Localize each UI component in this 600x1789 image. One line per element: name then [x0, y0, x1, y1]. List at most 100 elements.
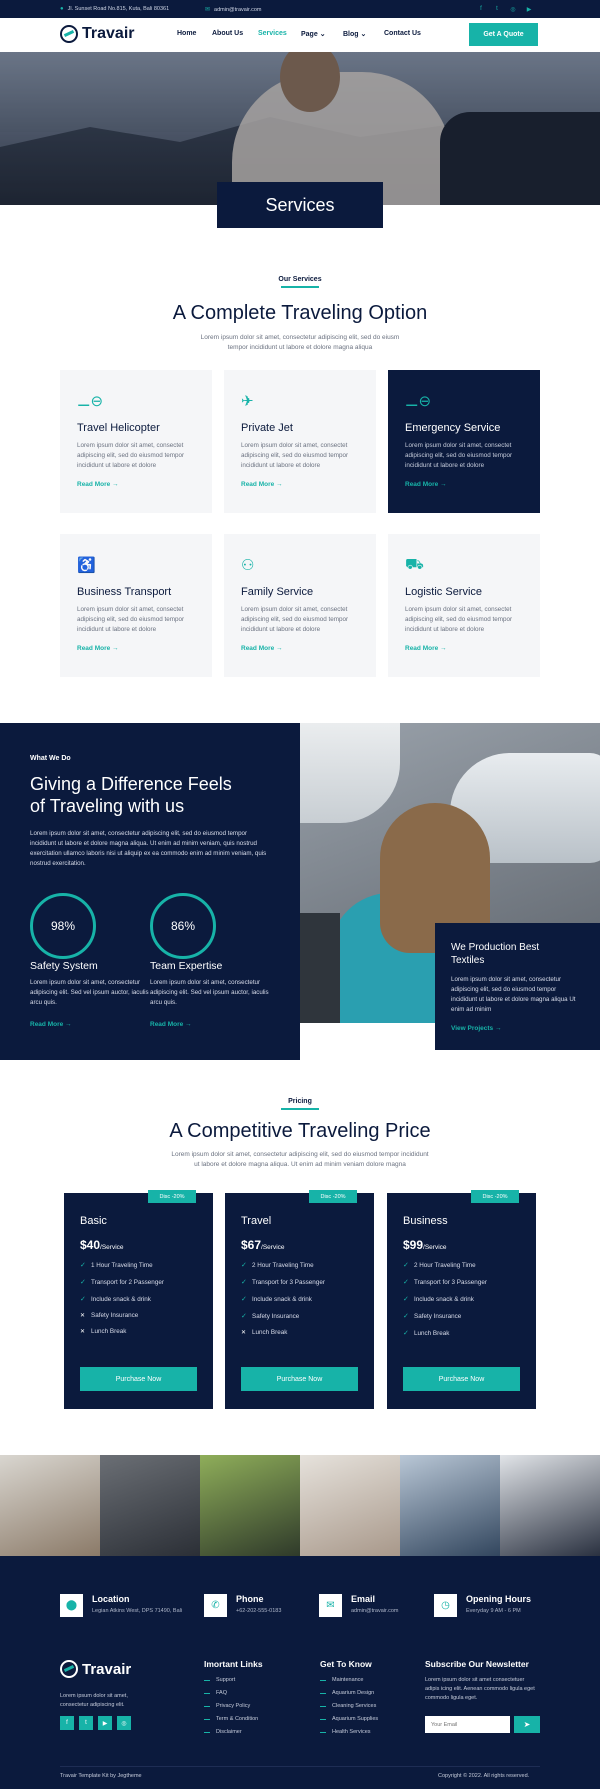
twitter-icon[interactable]: t [79, 1716, 93, 1730]
gallery-photo[interactable] [200, 1455, 300, 1556]
instagram-icon[interactable]: ◎ [117, 1716, 131, 1730]
top-bar: ● Jl. Sunset Road No.815, Kuta, Bali 803… [0, 0, 600, 18]
footer-link[interactable]: Aquarium Design [320, 1690, 374, 1696]
plan-price: $67/Service [241, 1238, 358, 1252]
facebook-icon[interactable]: f [476, 4, 486, 14]
check-icon: ✓ [241, 1313, 247, 1320]
service-card[interactable]: ♿ Business Transport Lorem ipsum dolor s… [60, 534, 212, 677]
purchase-now-button[interactable]: Purchase Now [403, 1367, 520, 1391]
gallery-photo[interactable] [0, 1455, 100, 1556]
dash-icon [204, 1679, 210, 1681]
footer-link-label: Maintenance [332, 1677, 364, 1683]
chevron-down-icon: ⌄ [319, 31, 326, 38]
services-lead-1: Lorem ipsum dolor sit amet, consectetur … [200, 334, 400, 341]
footer-link[interactable]: Health Services [320, 1729, 371, 1735]
footer-logo[interactable]: Travair [60, 1660, 131, 1678]
plan-feature-text: Safety Insurance [252, 1312, 300, 1320]
read-more-link[interactable]: Read More → [150, 1021, 192, 1028]
pricing-eyebrow: Pricing [288, 1098, 312, 1105]
footer-link[interactable]: Aquarium Supplies [320, 1716, 378, 1722]
purchase-now-button[interactable]: Purchase Now [241, 1367, 358, 1391]
email-info[interactable]: ✉ admin@travair.com [205, 6, 262, 14]
plan-feature: ✓ Include snack & drink [80, 1295, 197, 1304]
footer-link[interactable]: Disclaimer [204, 1729, 242, 1735]
plan-feature-text: Include snack & drink [414, 1295, 474, 1303]
contact-value[interactable]: admin@travair.com [351, 1608, 398, 1614]
important-links-title: Imortant Links [204, 1659, 263, 1669]
contact-hours: ◷ Opening Hours Everyday 9 AM - 6 PM [434, 1594, 531, 1617]
footer-about: Lorem ipsum dolor sit amet, consectetur … [60, 1693, 128, 1708]
plan-feature: ✕ Lunch Break [80, 1328, 197, 1335]
facebook-icon[interactable]: f [60, 1716, 74, 1730]
newsletter-title: Subscribe Our Newsletter [425, 1659, 529, 1669]
footer-link[interactable]: Term & Condition [204, 1716, 258, 1722]
contact-value[interactable]: +62-202-555-0183 [236, 1608, 281, 1614]
plan-feature-text: Safety Insurance [414, 1312, 462, 1320]
plan-feature-text: Include snack & drink [252, 1295, 312, 1303]
service-card[interactable]: ⚊⊖ Emergency Service Lorem ipsum dolor s… [388, 370, 540, 513]
plan-feature: ✓ Safety Insurance [403, 1312, 520, 1321]
read-more-link[interactable]: Read More → [241, 481, 359, 488]
footer-link[interactable]: Cleaning Services [320, 1703, 376, 1709]
service-card[interactable]: ✈ Private Jet Lorem ipsum dolor sit amet… [224, 370, 376, 513]
newsletter-email-input[interactable] [425, 1716, 510, 1733]
instagram-icon[interactable]: ◎ [508, 4, 518, 14]
nav-contact-us[interactable]: Contact Us [384, 30, 421, 37]
get-a-quote-button[interactable]: Get A Quote [469, 23, 538, 46]
stat-text: Lorem ipsum dolor sit amet, consectetur … [150, 979, 269, 1006]
nav-blog[interactable]: Blog ⌄ [343, 30, 366, 38]
view-projects-link[interactable]: View Projects → [451, 1025, 584, 1032]
dash-icon [320, 1731, 326, 1733]
gallery-photo[interactable] [300, 1455, 400, 1556]
footer-link[interactable]: Privacy Policy [204, 1703, 250, 1709]
read-more-link[interactable]: Read More → [405, 481, 523, 488]
nav-home[interactable]: Home [177, 30, 196, 37]
logo-mark-icon [60, 1660, 78, 1678]
plan-feature: ✓ 2 Hour Traveling Time [403, 1261, 520, 1270]
read-more-link[interactable]: Read More → [241, 645, 359, 652]
mail-icon: ✉ [205, 7, 211, 13]
nav-page[interactable]: Page ⌄ [301, 30, 326, 38]
cross-icon: ✕ [80, 1313, 86, 1319]
plan-feature: ✓ Include snack & drink [241, 1295, 358, 1304]
address-text: Jl. Sunset Road No.815, Kuta, Bali 80361 [67, 6, 170, 12]
wwd-eyebrow: What We Do [30, 755, 71, 762]
pricing-lead-1: Lorem ipsum dolor sit amet, consectetur … [171, 1151, 429, 1158]
check-icon: ✓ [403, 1296, 409, 1303]
stat-title: Safety System [30, 960, 98, 972]
read-more-link[interactable]: Read More → [30, 1021, 72, 1028]
footer-link-label: Cleaning Services [332, 1703, 377, 1709]
stat-text: Lorem ipsum dolor sit amet, consectetur … [30, 979, 149, 1006]
cross-icon: ✕ [241, 1330, 247, 1336]
youtube-icon[interactable]: ▶ [98, 1716, 112, 1730]
chevron-down-icon: ⌄ [360, 31, 367, 38]
gallery-photo[interactable] [500, 1455, 600, 1556]
gallery-photo[interactable] [400, 1455, 500, 1556]
brand-name: Travair [82, 25, 135, 42]
contact-title: Email [351, 1594, 376, 1604]
read-more-link[interactable]: Read More → [77, 481, 195, 488]
nav-about-us[interactable]: About Us [212, 30, 243, 37]
plan-features: ✓ 2 Hour Traveling Time ✓ Transport for 3 … [241, 1261, 358, 1337]
read-more-link[interactable]: Read More → [405, 645, 523, 652]
read-more-link[interactable]: Read More → [77, 645, 195, 652]
footer-link[interactable]: Support [204, 1677, 235, 1683]
footer-link[interactable]: FAQ [204, 1690, 227, 1696]
wwd-box-text: Lorem ipsum dolor sit amet, consectetur … [451, 976, 576, 1013]
eyebrow-underline [281, 1108, 319, 1110]
purchase-now-button[interactable]: Purchase Now [80, 1367, 197, 1391]
brand-logo[interactable]: Travair [60, 25, 134, 43]
youtube-icon[interactable]: ▶ [524, 4, 534, 14]
service-card[interactable]: ⚇ Family Service Lorem ipsum dolor sit a… [224, 534, 376, 677]
service-card[interactable]: ⛟ Logistic Service Lorem ipsum dolor sit… [388, 534, 540, 677]
twitter-icon[interactable]: t [492, 4, 502, 14]
service-card[interactable]: ⚊⊖ Travel Helicopter Lorem ipsum dolor s… [60, 370, 212, 513]
send-icon[interactable]: ➤ [514, 1716, 540, 1733]
gallery-photo[interactable] [100, 1455, 200, 1556]
check-icon: ✓ [403, 1313, 409, 1320]
email-text[interactable]: admin@travair.com [214, 7, 261, 13]
nav-services[interactable]: Services [258, 30, 287, 37]
check-icon: ✓ [80, 1262, 86, 1269]
nav-page-label: Page [301, 31, 318, 38]
footer-link[interactable]: Maintenance [320, 1677, 364, 1683]
